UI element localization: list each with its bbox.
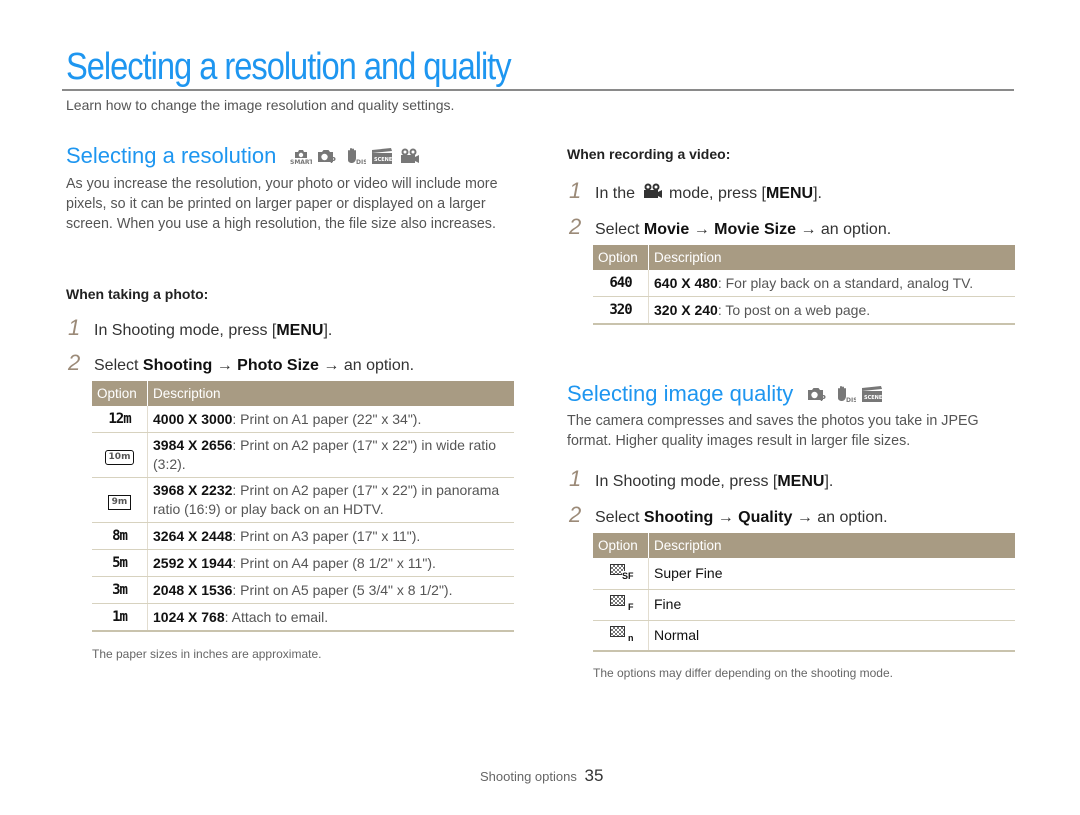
dual-is-mode-icon: DIS (344, 147, 366, 165)
photo-step-2: 2 Select Shooting → Photo Size → an opti… (68, 350, 415, 375)
movie-mode-icon (398, 147, 420, 165)
movie-mode-icon (641, 182, 663, 200)
movie-320-icon: 320 (609, 302, 632, 318)
table-row: 1m 1024 X 768: Attach to email. (92, 603, 514, 632)
menu-button-label: MENU (777, 473, 825, 490)
quality-table: Option Description SF Super Fine F Fine … (593, 533, 1015, 652)
footer-section-name: Shooting options (480, 769, 577, 784)
table-row: F Fine (593, 589, 1015, 621)
movie-size-table: Option Description 640 640 X 480: For pl… (593, 245, 1015, 325)
table-row: 3m 2048 X 1536: Print on A5 paper (5 3/4… (92, 576, 514, 604)
quality-heading-text: Selecting image quality (567, 381, 794, 406)
svg-text:SMART: SMART (290, 159, 312, 165)
column-header-option: Option (92, 381, 148, 406)
table-row: 8m 3264 X 2448: Print on A3 paper (17" x… (92, 522, 514, 550)
photo-subheading: When taking a photo: (66, 286, 209, 302)
quality-step-1: 1 In Shooting mode, press [MENU]. (569, 466, 834, 491)
photo-size-table: Option Description 12m 4000 X 3000: Prin… (92, 381, 514, 632)
scene-mode-icon: SCENE (371, 147, 393, 165)
svg-text:SCENE: SCENE (374, 157, 393, 163)
photo-step-1: 1 In Shooting mode, press [MENU]. (68, 315, 333, 340)
dual-is-mode-icon: DIS (834, 385, 856, 403)
table-row: 640 640 X 480: For play back on a standa… (593, 270, 1015, 297)
column-header-description: Description (648, 533, 1015, 558)
table-row: 12m 4000 X 3000: Print on A1 paper (22" … (92, 406, 514, 433)
svg-text:P: P (820, 394, 826, 403)
menu-button-label: MENU (276, 322, 324, 339)
table-row: 320 320 X 240: To post on a web page. (593, 296, 1015, 325)
column-header-description: Description (648, 245, 1015, 270)
page-title: Selecting a resolution and quality (66, 46, 512, 88)
svg-text:DIS: DIS (846, 397, 856, 403)
smart-auto-mode-icon: SMART (290, 147, 312, 165)
table-row: SF Super Fine (593, 558, 1015, 590)
resolution-mode-icons: SMART P DIS SCENE (290, 147, 420, 165)
quality-super-fine-icon: SF (609, 563, 634, 581)
program-mode-icon: P (317, 147, 339, 165)
quality-normal-icon: n (609, 625, 634, 643)
quality-description: The camera compresses and saves the phot… (567, 413, 979, 449)
resolution-12m-icon: 12m (108, 411, 131, 427)
video-step-1: 1 In the mode, press [MENU]. (569, 178, 822, 203)
movie-640-icon: 640 (609, 275, 632, 291)
table-row: 5m 2592 X 1944: Print on A4 paper (8 1/2… (92, 549, 514, 577)
program-mode-icon: P (807, 385, 829, 403)
video-subheading: When recording a video: (567, 146, 731, 162)
quality-fine-icon: F (609, 594, 634, 612)
table-row: 9m 3968 X 2232: Print on A2 paper (17" x… (92, 477, 514, 523)
resolution-heading-text: Selecting a resolution (66, 143, 277, 168)
photo-size-note: The paper sizes in inches are approximat… (92, 647, 322, 661)
svg-text:SCENE: SCENE (864, 395, 883, 401)
column-header-description: Description (147, 381, 514, 406)
column-header-option: Option (593, 533, 649, 558)
quality-step-2: 2 Select Shooting → Quality → an option. (569, 502, 888, 527)
svg-text:P: P (330, 156, 336, 165)
page-number: 35 (584, 766, 604, 785)
quality-heading: Selecting image quality P DIS SCENE (567, 381, 883, 407)
table-row: 10m 3984 X 2656: Print on A2 paper (17" … (92, 432, 514, 478)
title-divider (62, 89, 1014, 91)
resolution-heading: Selecting a resolution SMART P DIS SCENE (66, 143, 420, 169)
table-row: n Normal (593, 620, 1015, 652)
resolution-1m-icon: 1m (112, 609, 128, 625)
column-header-option: Option (593, 245, 649, 270)
resolution-3m-icon: 3m (112, 582, 128, 598)
page-footer: Shooting options 35 (480, 766, 603, 786)
resolution-5m-icon: 5m (112, 555, 128, 571)
page-intro: Learn how to change the image resolution… (66, 97, 455, 113)
video-step-2: 2 Select Movie → Movie Size → an option. (569, 214, 892, 239)
resolution-10m-wide-icon: 10m (104, 450, 135, 465)
resolution-9m-panorama-icon: 9m (107, 495, 132, 510)
quality-note: The options may differ depending on the … (593, 666, 893, 680)
menu-button-label: MENU (765, 185, 814, 202)
resolution-description: As you increase the resolution, your pho… (66, 176, 498, 232)
scene-mode-icon: SCENE (861, 385, 883, 403)
resolution-8m-icon: 8m (112, 528, 128, 544)
svg-text:DIS: DIS (356, 159, 366, 165)
quality-mode-icons: P DIS SCENE (807, 385, 883, 403)
